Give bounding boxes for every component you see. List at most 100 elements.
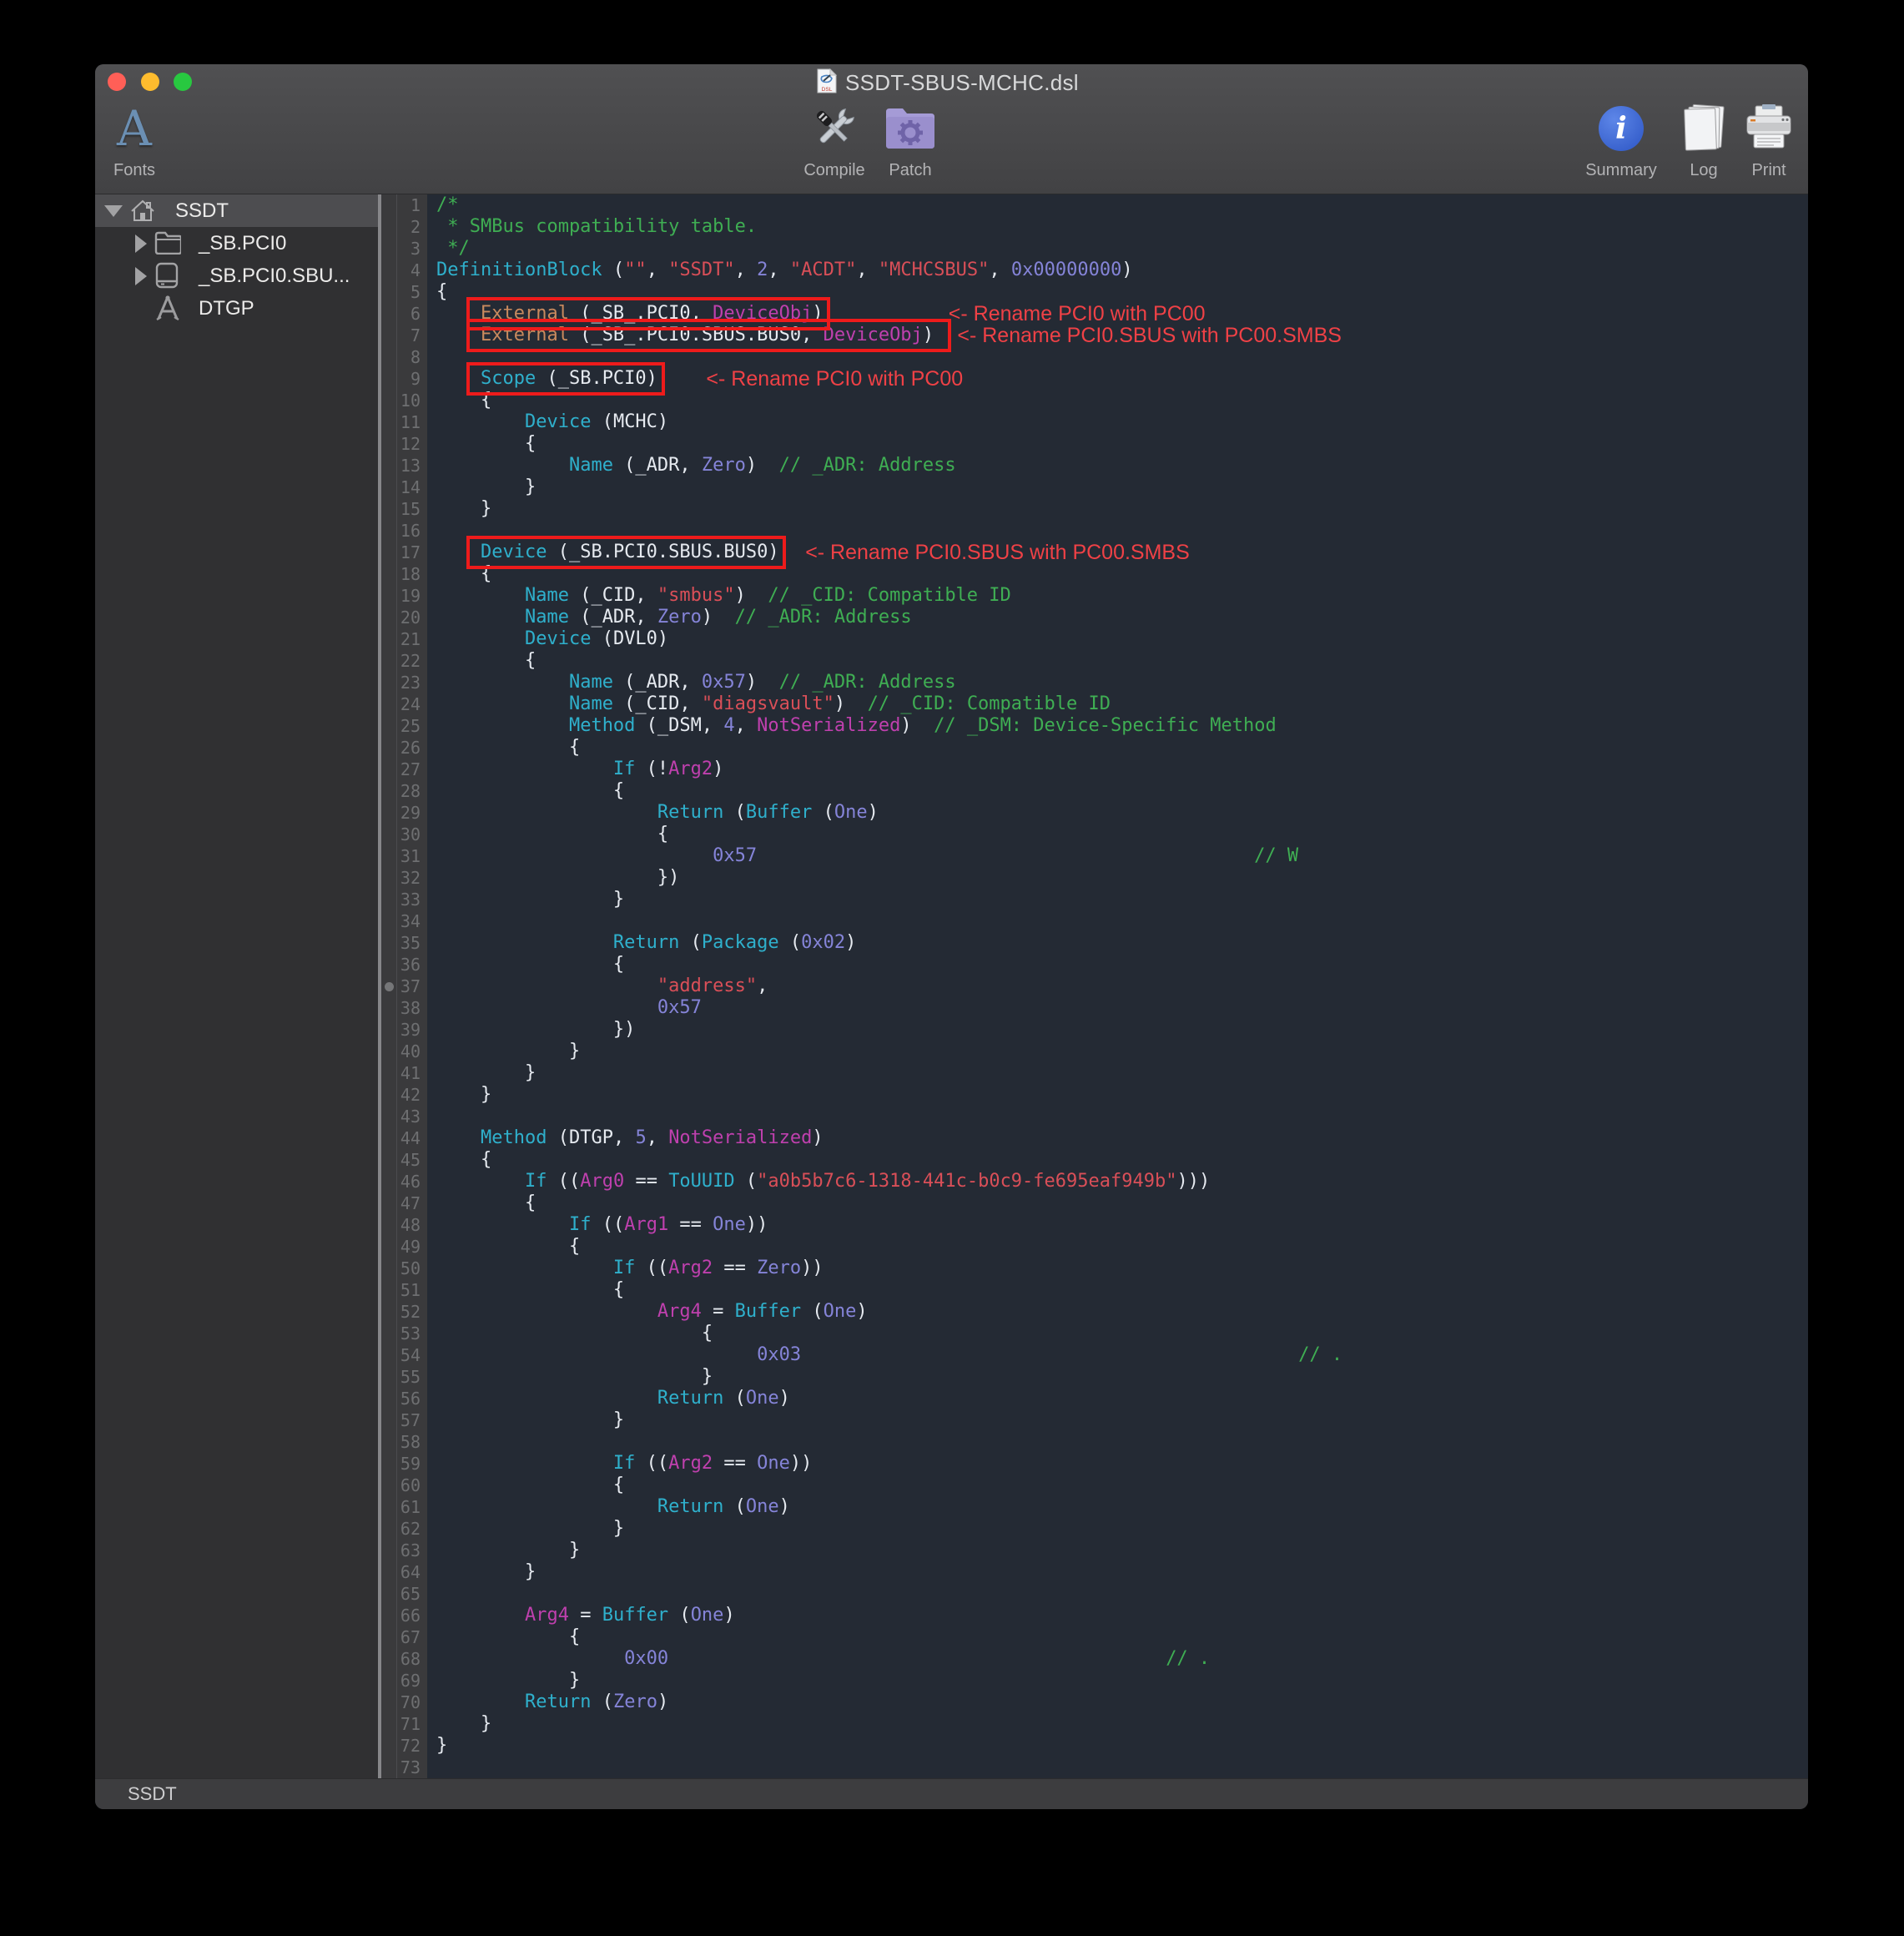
code-line[interactable]: 0x03 // . bbox=[427, 1344, 1342, 1366]
code-line[interactable]: } bbox=[427, 476, 1342, 498]
line-number: 44 bbox=[381, 1127, 421, 1149]
code-line[interactable]: Return (One) bbox=[427, 1388, 1342, 1409]
line-number: 53 bbox=[381, 1323, 421, 1344]
line-number: 17 bbox=[381, 542, 421, 563]
code-line[interactable]: "address", bbox=[427, 976, 1342, 997]
code-line[interactable] bbox=[427, 1583, 1342, 1605]
code-line[interactable]: { bbox=[427, 433, 1342, 455]
code-line[interactable]: Device (MCHC) bbox=[427, 411, 1342, 433]
code-line[interactable]: } bbox=[427, 889, 1342, 910]
code-line[interactable]: } bbox=[427, 1366, 1342, 1388]
code-line[interactable]: Return (One) bbox=[427, 1496, 1342, 1518]
code-line[interactable]: { bbox=[427, 1149, 1342, 1171]
code-line[interactable]: 0x00 // . bbox=[427, 1648, 1342, 1670]
minimize-button[interactable] bbox=[141, 73, 159, 91]
code-line[interactable]: Device (DVL0) bbox=[427, 628, 1342, 650]
code-line[interactable]: { bbox=[427, 780, 1342, 802]
code-line[interactable]: { bbox=[427, 737, 1342, 759]
code-line[interactable]: If ((Arg1 == One)) bbox=[427, 1214, 1342, 1236]
code-line[interactable]: Method (_DSM, 4, NotSerialized) // _DSM:… bbox=[427, 715, 1342, 737]
line-number: 49 bbox=[381, 1236, 421, 1258]
code-line[interactable]: }) bbox=[427, 867, 1342, 889]
code-line[interactable]: { bbox=[427, 1236, 1342, 1258]
line-number: 1 bbox=[381, 194, 421, 216]
code-line[interactable]: { bbox=[427, 650, 1342, 672]
code-line[interactable]: 0x57 bbox=[427, 997, 1342, 1019]
code-line[interactable]: } bbox=[427, 1735, 1342, 1757]
sidebar-item-sb-pci0-sbus[interactable]: _SB.PCI0.SBU... bbox=[95, 260, 378, 292]
line-number: 72 bbox=[381, 1735, 421, 1757]
code-line[interactable]: } bbox=[427, 1540, 1342, 1561]
window-title: SSDT-SBUS-MCHC.dsl bbox=[845, 70, 1079, 96]
fonts-button[interactable]: A Fonts bbox=[95, 101, 197, 180]
code-line[interactable]: { bbox=[427, 1475, 1342, 1496]
code-line[interactable]: Arg4 = Buffer (One) bbox=[427, 1605, 1342, 1626]
code-line[interactable] bbox=[427, 910, 1342, 932]
patch-button[interactable]: Patch bbox=[848, 101, 973, 180]
line-number: 3 bbox=[381, 238, 421, 260]
code-line[interactable]: 0x57 // W bbox=[427, 845, 1342, 867]
code-line[interactable]: If (!Arg2) bbox=[427, 759, 1342, 780]
code-line[interactable]: } bbox=[427, 1041, 1342, 1062]
code-line[interactable]: } bbox=[427, 1409, 1342, 1431]
patch-icon bbox=[848, 101, 973, 156]
code-line[interactable]: If ((Arg2 == One)) bbox=[427, 1453, 1342, 1475]
code-line[interactable]: { bbox=[427, 1323, 1342, 1344]
line-number: 70 bbox=[381, 1691, 421, 1713]
disclosure-triangle-icon[interactable] bbox=[135, 267, 147, 285]
code-line[interactable] bbox=[427, 1757, 1342, 1778]
code-line[interactable]: Method (DTGP, 5, NotSerialized) bbox=[427, 1127, 1342, 1149]
code-line[interactable]: { bbox=[427, 1626, 1342, 1648]
code-line[interactable]: } bbox=[427, 1561, 1342, 1583]
code-line[interactable]: Name (_ADR, Zero) // _ADR: Address bbox=[427, 455, 1342, 476]
code-line[interactable]: Return (Zero) bbox=[427, 1691, 1342, 1713]
sidebar-item-label: DTGP bbox=[199, 297, 254, 320]
line-number: 60 bbox=[381, 1475, 421, 1496]
code-line[interactable]: } bbox=[427, 1713, 1342, 1735]
code-line[interactable]: Return (Buffer (One) bbox=[427, 802, 1342, 824]
code-line[interactable]: Return (Package (0x02) bbox=[427, 932, 1342, 954]
code-line[interactable]: }) bbox=[427, 1019, 1342, 1041]
info-icon: i bbox=[1599, 106, 1644, 151]
code-line[interactable]: If ((Arg2 == Zero)) bbox=[427, 1258, 1342, 1279]
code-line[interactable]: } bbox=[427, 1518, 1342, 1540]
line-number: 14 bbox=[381, 476, 421, 498]
zoom-button[interactable] bbox=[174, 73, 192, 91]
code-line[interactable]: { bbox=[427, 1279, 1342, 1301]
print-button[interactable]: Print bbox=[1706, 101, 1808, 180]
code-line[interactable]: Name (_CID, "diagsvault") // _CID: Compa… bbox=[427, 693, 1342, 715]
code-lines[interactable]: /* * SMBus compatibility table. */Defini… bbox=[427, 194, 1342, 1778]
code-line[interactable]: { bbox=[427, 954, 1342, 976]
sidebar-item-sb-pci0[interactable]: _SB.PCI0 bbox=[95, 227, 378, 260]
line-number: 58 bbox=[381, 1431, 421, 1453]
sidebar-item-ssdt[interactable]: SSDT bbox=[95, 194, 378, 227]
disclosure-triangle-icon[interactable] bbox=[135, 234, 147, 253]
line-number: 6 bbox=[381, 303, 421, 325]
code-line[interactable]: Name (_CID, "smbus") // _CID: Compatible… bbox=[427, 585, 1342, 607]
close-button[interactable] bbox=[108, 73, 126, 91]
line-number: 69 bbox=[381, 1670, 421, 1691]
line-number: 65 bbox=[381, 1583, 421, 1605]
code-line[interactable]: Arg4 = Buffer (One) bbox=[427, 1301, 1342, 1323]
code-line[interactable] bbox=[427, 1431, 1342, 1453]
code-line[interactable] bbox=[427, 1106, 1342, 1127]
code-line[interactable]: { bbox=[427, 824, 1342, 845]
code-line[interactable]: */ bbox=[427, 238, 1342, 260]
code-line[interactable]: } bbox=[427, 498, 1342, 520]
code-line[interactable]: Name (_ADR, Zero) // _ADR: Address bbox=[427, 607, 1342, 628]
code-line[interactable]: } bbox=[427, 1062, 1342, 1084]
annotation-text: <- Rename PCI0 with PC00 bbox=[706, 366, 963, 392]
code-line[interactable]: DefinitionBlock ("", "SSDT", 2, "ACDT", … bbox=[427, 260, 1342, 281]
code-line[interactable]: * SMBus compatibility table. bbox=[427, 216, 1342, 238]
code-line[interactable]: Name (_ADR, 0x57) // _ADR: Address bbox=[427, 672, 1342, 693]
code-line[interactable]: { bbox=[427, 1192, 1342, 1214]
disclosure-triangle-icon[interactable] bbox=[104, 205, 123, 217]
code-line[interactable]: /* bbox=[427, 194, 1342, 216]
code-line[interactable]: If ((Arg0 == ToUUID ("a0b5b7c6-1318-441c… bbox=[427, 1171, 1342, 1192]
sidebar-item-dtgp[interactable]: DTGP bbox=[95, 292, 378, 325]
code-line[interactable]: } bbox=[427, 1084, 1342, 1106]
line-number: 50 bbox=[381, 1258, 421, 1279]
line-number: 71 bbox=[381, 1713, 421, 1735]
code-line[interactable]: } bbox=[427, 1670, 1342, 1691]
line-number: 42 bbox=[381, 1084, 421, 1106]
